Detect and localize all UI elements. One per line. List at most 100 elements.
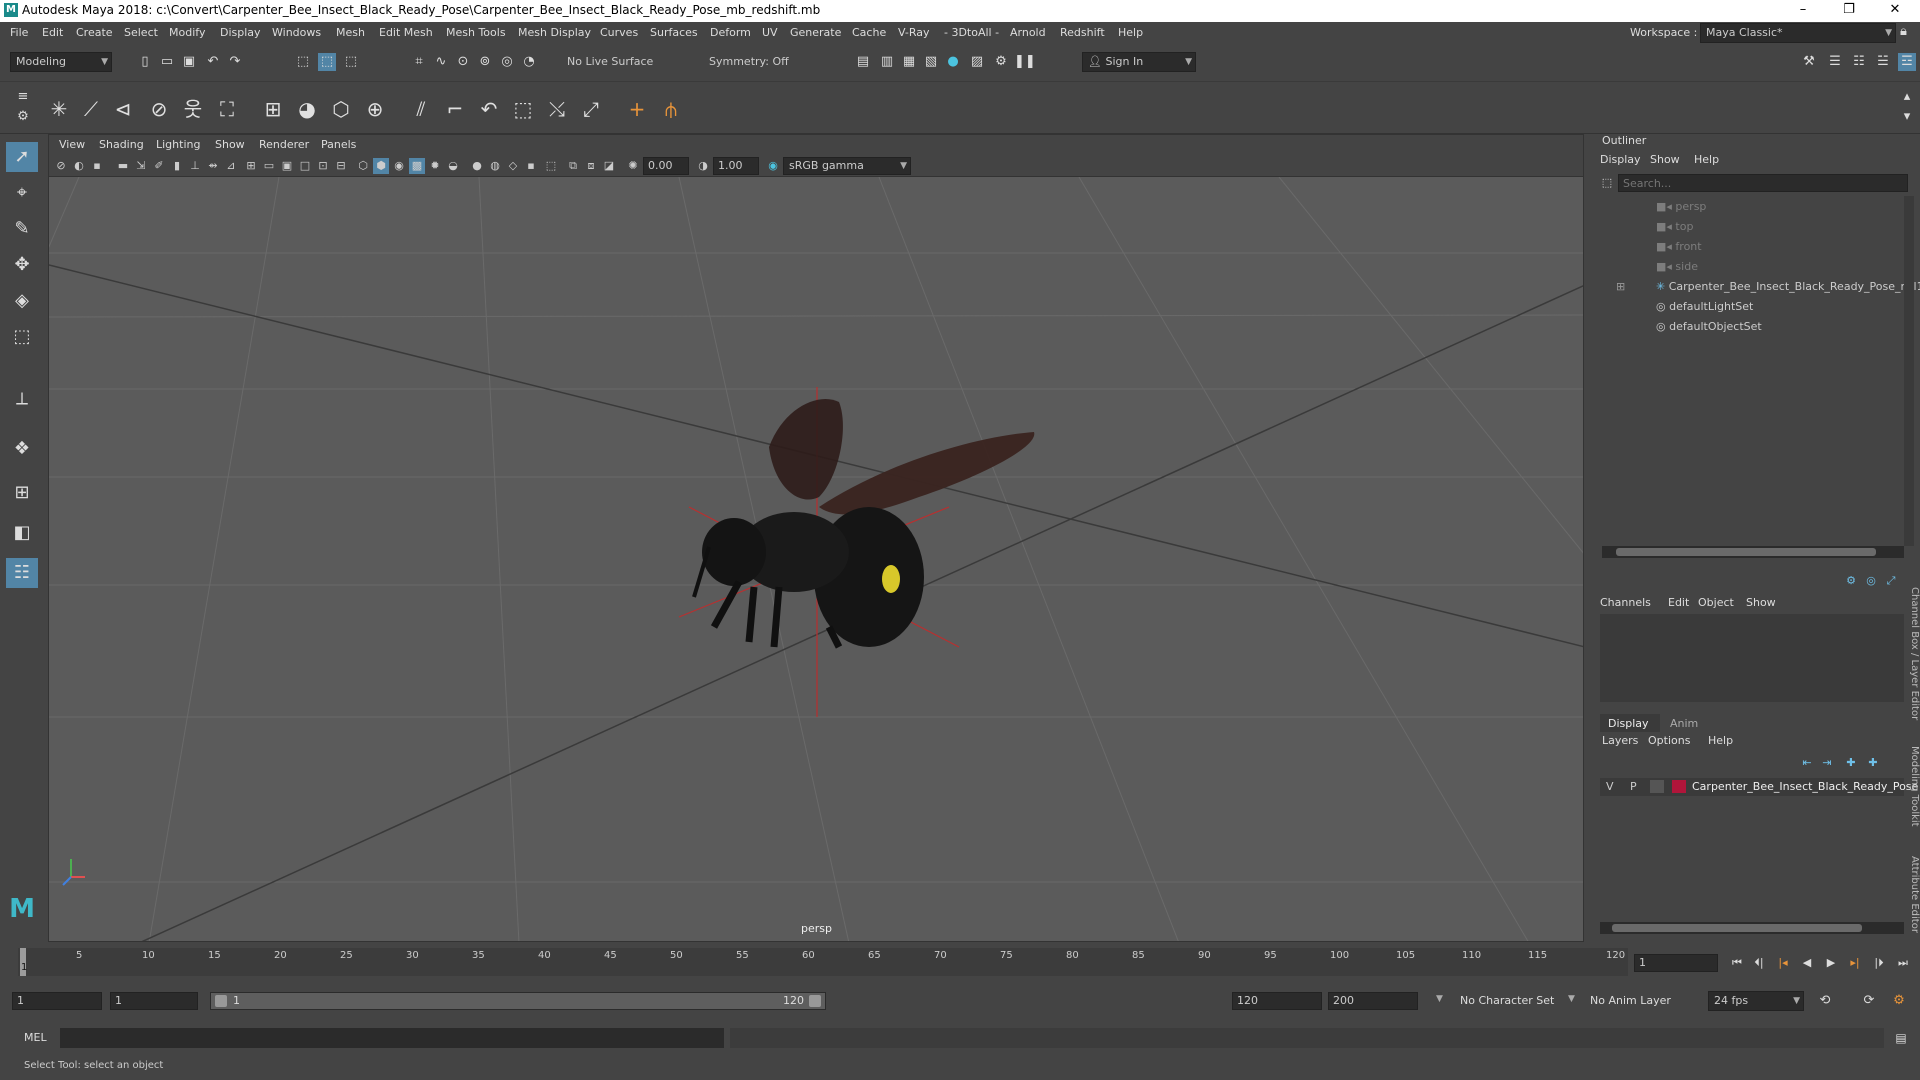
show-manipulator-icon[interactable]: ⟂ [6,384,38,414]
toggle-outliner-icon[interactable]: ☱ [1874,53,1892,71]
layer-color-swatch[interactable] [1672,780,1686,793]
minimize-button[interactable]: – [1780,0,1826,22]
tab-display[interactable]: Display [1600,714,1660,732]
outliner-item-front[interactable]: ■◂ front [1656,240,1702,253]
tab-anim[interactable]: Anim [1662,714,1712,732]
wireframe-on-shaded-icon[interactable]: ⬡ [355,158,371,174]
current-frame-field[interactable]: 1 [1634,954,1718,972]
loop-icon[interactable]: ⟲ [1816,992,1834,1010]
fps-dropdown[interactable]: 24 fps ▼ [1708,991,1804,1011]
play-backwards-icon[interactable]: ◀ [1798,954,1816,972]
constraint-icon[interactable]: ⫛ [656,94,686,124]
range-bar[interactable]: 1 120 [210,992,826,1010]
menu-3dtoall[interactable]: - 3DtoAll - [944,26,999,39]
isolate-select-icon[interactable]: ⬚ [543,158,559,174]
animation-preferences-icon[interactable]: ⚙ [1890,992,1908,1010]
menu-select[interactable]: Select [124,26,158,39]
shelf-scroll-up-icon[interactable]: ▴ [1898,88,1916,106]
image-plane-icon[interactable]: ▬ [115,158,131,174]
viewport-scene[interactable] [49,177,1584,942]
select-component-icon[interactable]: ⬚ [342,53,360,71]
mirror-weights-icon[interactable]: ⊕ [360,94,390,124]
new-layer-icon[interactable]: ✚ [1842,754,1860,772]
select-hierarchy-icon[interactable]: ⬚ [294,53,312,71]
bind-skin-icon[interactable]: ⊞ [258,94,288,124]
layer-playback-toggle[interactable]: P [1630,780,1637,793]
range-start-handle[interactable] [215,995,227,1007]
snap-curve-icon[interactable]: ∿ [432,53,450,71]
paint-weights-icon[interactable]: ⬡ [326,94,356,124]
hypershade-icon[interactable]: ● [944,53,962,71]
view-transform-dropdown[interactable]: sRGB gamma ▼ [783,157,911,175]
outliner-horizontal-scrollbar[interactable] [1602,546,1904,558]
snap-vertex-icon[interactable]: ◔ [520,53,538,71]
script-editor-icon[interactable]: ▤ [1892,1029,1910,1047]
lasso-tool-icon[interactable]: ⌖ [6,178,38,208]
viewport-menu-show[interactable]: Show [215,138,245,151]
scrollbar-thumb[interactable] [1612,924,1862,932]
character-set-label[interactable]: No Character Set [1460,994,1554,1007]
color-management-icon[interactable]: ◉ [765,158,781,174]
chevron-down-icon[interactable]: ▼ [1568,994,1575,1004]
go-to-start-icon[interactable]: ⏮ [1728,954,1746,972]
sign-in-button[interactable]: 👤︎ Sign In ▼ [1082,52,1196,72]
toggle-channel-box-icon[interactable]: ☲ [1898,53,1916,71]
menu-edit[interactable]: Edit [42,26,63,39]
smooth-bind-icon[interactable]: ◕ [292,94,322,124]
toggle-attribute-editor-icon[interactable]: ☰ [1826,53,1844,71]
playback-start-field[interactable]: 1 [110,992,198,1010]
side-tab-attribute-editor[interactable]: Attribute Editor [1902,848,1920,940]
step-back-frame-icon[interactable]: ⏴︎| [1750,954,1768,972]
gamma-icon[interactable]: ◑ [695,158,711,174]
menu-display[interactable]: Display [220,26,261,39]
go-to-end-icon[interactable]: ⏭ [1894,954,1912,972]
toggle-tool-settings-icon[interactable]: ☷ [1850,53,1868,71]
snap-view-icon[interactable]: ⊚ [476,53,494,71]
channel-menu-edit[interactable]: Edit [1668,596,1689,609]
side-tab-channel-box[interactable]: Channel Box / Layer Editor [1902,584,1920,724]
maximize-button[interactable]: ❐ [1826,0,1872,22]
xray-active-icon[interactable]: ⧈ [583,158,599,174]
move-layer-up-icon[interactable]: ⇤ [1798,754,1816,772]
step-back-key-icon[interactable]: |◂ [1774,954,1792,972]
scale-tool-icon[interactable]: ⬚ [6,322,38,352]
resolution-gate-icon[interactable]: ⇴ [205,158,221,174]
wireframe-icon[interactable]: ⊡ [315,158,331,174]
wrap-icon[interactable]: ⤯ [542,94,572,124]
live-surface-field[interactable]: No Live Surface [562,53,662,73]
depth-of-field-icon[interactable]: ◇ [505,158,521,174]
lock-icon[interactable]: 🔒︎ [1900,24,1907,39]
channel-box-expand-icon[interactable]: ⤢ [1882,572,1900,590]
sculpt-icon[interactable]: ⬚ [508,94,538,124]
layers-menu-options[interactable]: Options [1648,734,1690,747]
outliner-menu-help[interactable]: Help [1694,153,1719,166]
step-forward-frame-icon[interactable]: |⏵︎ [1870,954,1888,972]
backface-culling-icon[interactable]: ◪ [601,158,617,174]
outliner-item-top[interactable]: ■◂ top [1656,220,1693,233]
viewport-menu-panels[interactable]: Panels [321,138,356,151]
redo-icon[interactable]: ↷ [226,53,244,71]
playback-end-field[interactable]: 120 [1232,992,1322,1010]
command-input[interactable] [60,1028,724,1048]
smooth-shade-icon[interactable]: ⊟ [333,158,349,174]
play-forwards-icon[interactable]: ▶ [1822,954,1840,972]
menu-mesh-tools[interactable]: Mesh Tools [446,26,506,39]
menu-windows[interactable]: Windows [272,26,321,39]
humanik-icon[interactable]: 웃 [178,94,208,124]
menu-surfaces[interactable]: Surfaces [650,26,698,39]
exposure-field[interactable]: 0.00 [643,157,689,175]
animation-start-field[interactable]: 1 [12,992,102,1010]
outliner-search-input[interactable] [1618,174,1908,192]
outliner-menu-show[interactable]: Show [1650,153,1680,166]
expand-icon[interactable]: ⊞ [1616,280,1625,293]
layer-row[interactable]: V P Carpenter_Bee_Insect_Black_Ready_Pos… [1600,778,1918,796]
xray-joints-icon[interactable]: ⧉ [565,158,581,174]
layers-menu-layers[interactable]: Layers [1602,734,1638,747]
step-forward-key-icon[interactable]: ▸| [1846,954,1864,972]
layer-visibility-toggle[interactable]: V [1606,780,1614,793]
command-language-label[interactable]: MEL [24,1031,47,1044]
outliner-filter-icon[interactable]: ⬚ [1598,174,1616,192]
side-tab-modeling-toolkit[interactable]: Modeling Toolkit [1902,738,1920,834]
cluster-icon[interactable]: ⫽ [406,94,436,124]
grid-icon[interactable]: ⊞ [243,158,259,174]
